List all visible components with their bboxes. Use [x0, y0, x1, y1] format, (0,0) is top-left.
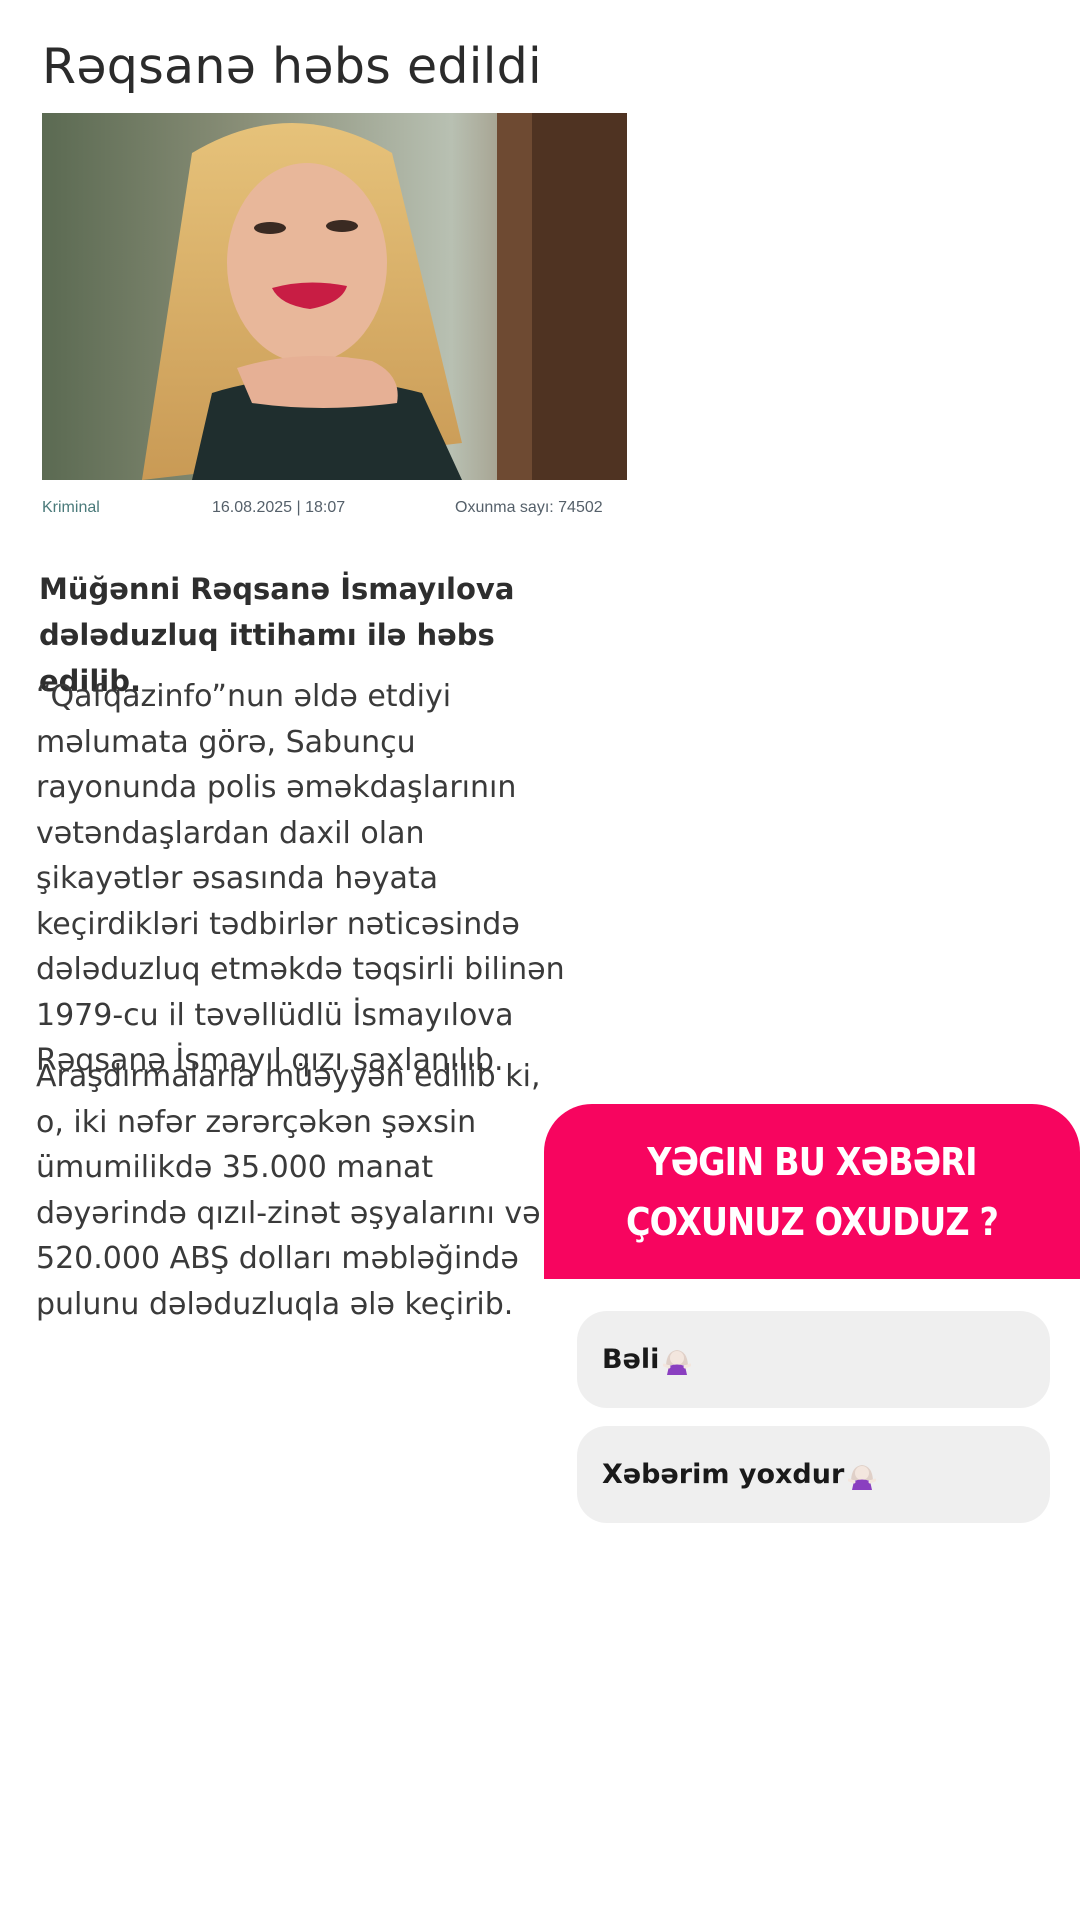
shrug-woman-icon — [662, 1345, 692, 1375]
poll-option-label: Bəli — [602, 1344, 660, 1375]
article-category[interactable]: Kriminal — [42, 499, 100, 517]
article-view-count: Oxunma sayı: 74502 — [455, 499, 603, 516]
poll-option-label: Xəbərim yoxdur — [602, 1459, 845, 1490]
portrait-photo — [42, 113, 627, 480]
article-paragraph: “Qafqazinfo”nun əldə etdiyi məlumata gör… — [36, 679, 565, 1078]
poll-question: YƏGIN BU XƏBƏRI ÇOXUNUZ OXUDUZ ? — [625, 1139, 999, 1244]
poll-option-yes[interactable]: Bəli — [577, 1311, 1050, 1408]
shrug-woman-icon — [847, 1460, 877, 1490]
article-date: 16.08.2025 | 18:07 — [212, 499, 346, 516]
poll-option-no[interactable]: Xəbərim yoxdur — [577, 1426, 1050, 1523]
article-title: Rəqsanə həbs edildi — [42, 38, 542, 95]
page: Rəqsanə həbs edildi Kriminal 16.08.2025 … — [0, 0, 1080, 1920]
article-paragraph: Araşdırmalarla müəyyən edilib ki, o, iki… — [36, 1059, 541, 1322]
article-photo — [42, 113, 627, 480]
poll-header: YƏGIN BU XƏBƏRI ÇOXUNUZ OXUDUZ ? — [544, 1104, 1080, 1279]
